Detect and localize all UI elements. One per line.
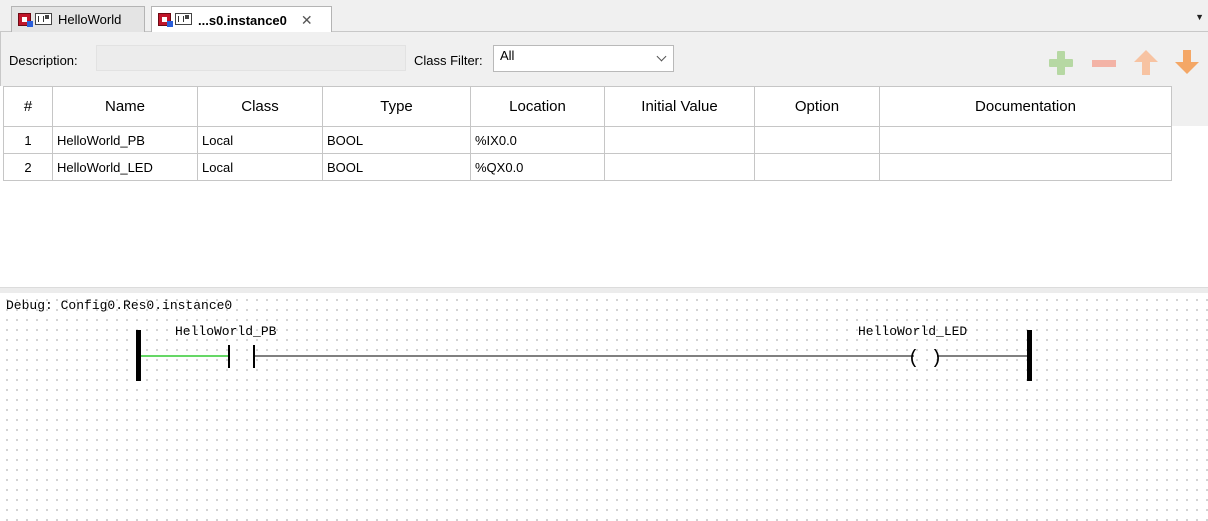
description-input[interactable] xyxy=(96,45,406,71)
class-filter-label: Class Filter: xyxy=(414,53,483,68)
move-up-button[interactable] xyxy=(1133,50,1159,76)
variable-option-cell[interactable] xyxy=(754,126,880,154)
column-header-location[interactable]: Location xyxy=(470,86,605,127)
table-header-row: # Name Class Type Location Initial Value… xyxy=(3,86,1172,127)
variable-documentation-cell[interactable] xyxy=(879,126,1172,154)
tab-helloworld[interactable]: HelloWorld xyxy=(11,6,145,32)
table-header-filler xyxy=(1171,86,1208,126)
poe-program-icon xyxy=(18,12,54,28)
variable-type-cell[interactable]: BOOL xyxy=(322,126,471,154)
variable-name-cell[interactable]: HelloWorld_PB xyxy=(52,126,198,154)
row-number[interactable]: 2 xyxy=(3,153,53,181)
poe-program-icon xyxy=(158,12,194,28)
tab-list-dropdown-icon[interactable]: ▼ xyxy=(1195,12,1204,22)
column-header-documentation[interactable]: Documentation xyxy=(879,86,1172,127)
variable-option-cell[interactable] xyxy=(754,153,880,181)
tab-label: HelloWorld xyxy=(58,12,122,27)
tab-instance0[interactable]: ...s0.instance0 ✕ xyxy=(151,6,332,33)
variables-table: # Name Class Type Location Initial Value… xyxy=(3,86,1172,181)
row-number[interactable]: 1 xyxy=(3,126,53,154)
variable-name-cell[interactable]: HelloWorld_LED xyxy=(52,153,198,181)
column-header-type[interactable]: Type xyxy=(322,86,471,127)
column-header-class[interactable]: Class xyxy=(197,86,323,127)
normally-open-contact[interactable] xyxy=(228,345,255,368)
class-filter-select[interactable]: All xyxy=(493,45,674,72)
variable-initial-value-cell[interactable] xyxy=(604,153,755,181)
add-variable-button[interactable] xyxy=(1049,50,1075,76)
chevron-down-icon xyxy=(656,51,667,62)
remove-variable-button[interactable] xyxy=(1090,50,1116,76)
column-header-option[interactable]: Option xyxy=(754,86,880,127)
variable-class-cell[interactable]: Local xyxy=(197,126,323,154)
ladder-rung: ( ) xyxy=(136,330,1032,381)
editor-tab-bar: HelloWorld ...s0.instance0 ✕ ▼ xyxy=(0,0,1208,33)
column-header-number[interactable]: # xyxy=(3,86,53,127)
variable-class-cell[interactable]: Local xyxy=(197,153,323,181)
right-power-rail xyxy=(1027,330,1032,381)
table-row[interactable]: 2 HelloWorld_LED Local BOOL %QX0.0 xyxy=(3,153,1172,181)
move-down-button[interactable] xyxy=(1174,50,1200,76)
variable-location-cell[interactable]: %QX0.0 xyxy=(470,153,605,181)
close-tab-icon[interactable]: ✕ xyxy=(301,12,313,29)
variable-documentation-cell[interactable] xyxy=(879,153,1172,181)
tab-label: ...s0.instance0 xyxy=(198,12,287,28)
left-power-rail xyxy=(136,330,141,381)
coil-symbol[interactable]: ( ) xyxy=(908,347,942,369)
table-row[interactable]: 1 HelloWorld_PB Local BOOL %IX0.0 xyxy=(3,126,1172,154)
variable-type-cell[interactable]: BOOL xyxy=(322,153,471,181)
description-label: Description: xyxy=(9,53,78,68)
ladder-debug-canvas[interactable]: Debug: Config0.Res0.instance0 HelloWorld… xyxy=(0,293,1208,521)
variable-initial-value-cell[interactable] xyxy=(604,126,755,154)
variable-location-cell[interactable]: %IX0.0 xyxy=(470,126,605,154)
column-header-name[interactable]: Name xyxy=(52,86,198,127)
variable-toolbar: Description: Class Filter: All xyxy=(0,32,1208,86)
class-filter-value: All xyxy=(500,48,515,63)
column-header-initial-value[interactable]: Initial Value xyxy=(604,86,755,127)
